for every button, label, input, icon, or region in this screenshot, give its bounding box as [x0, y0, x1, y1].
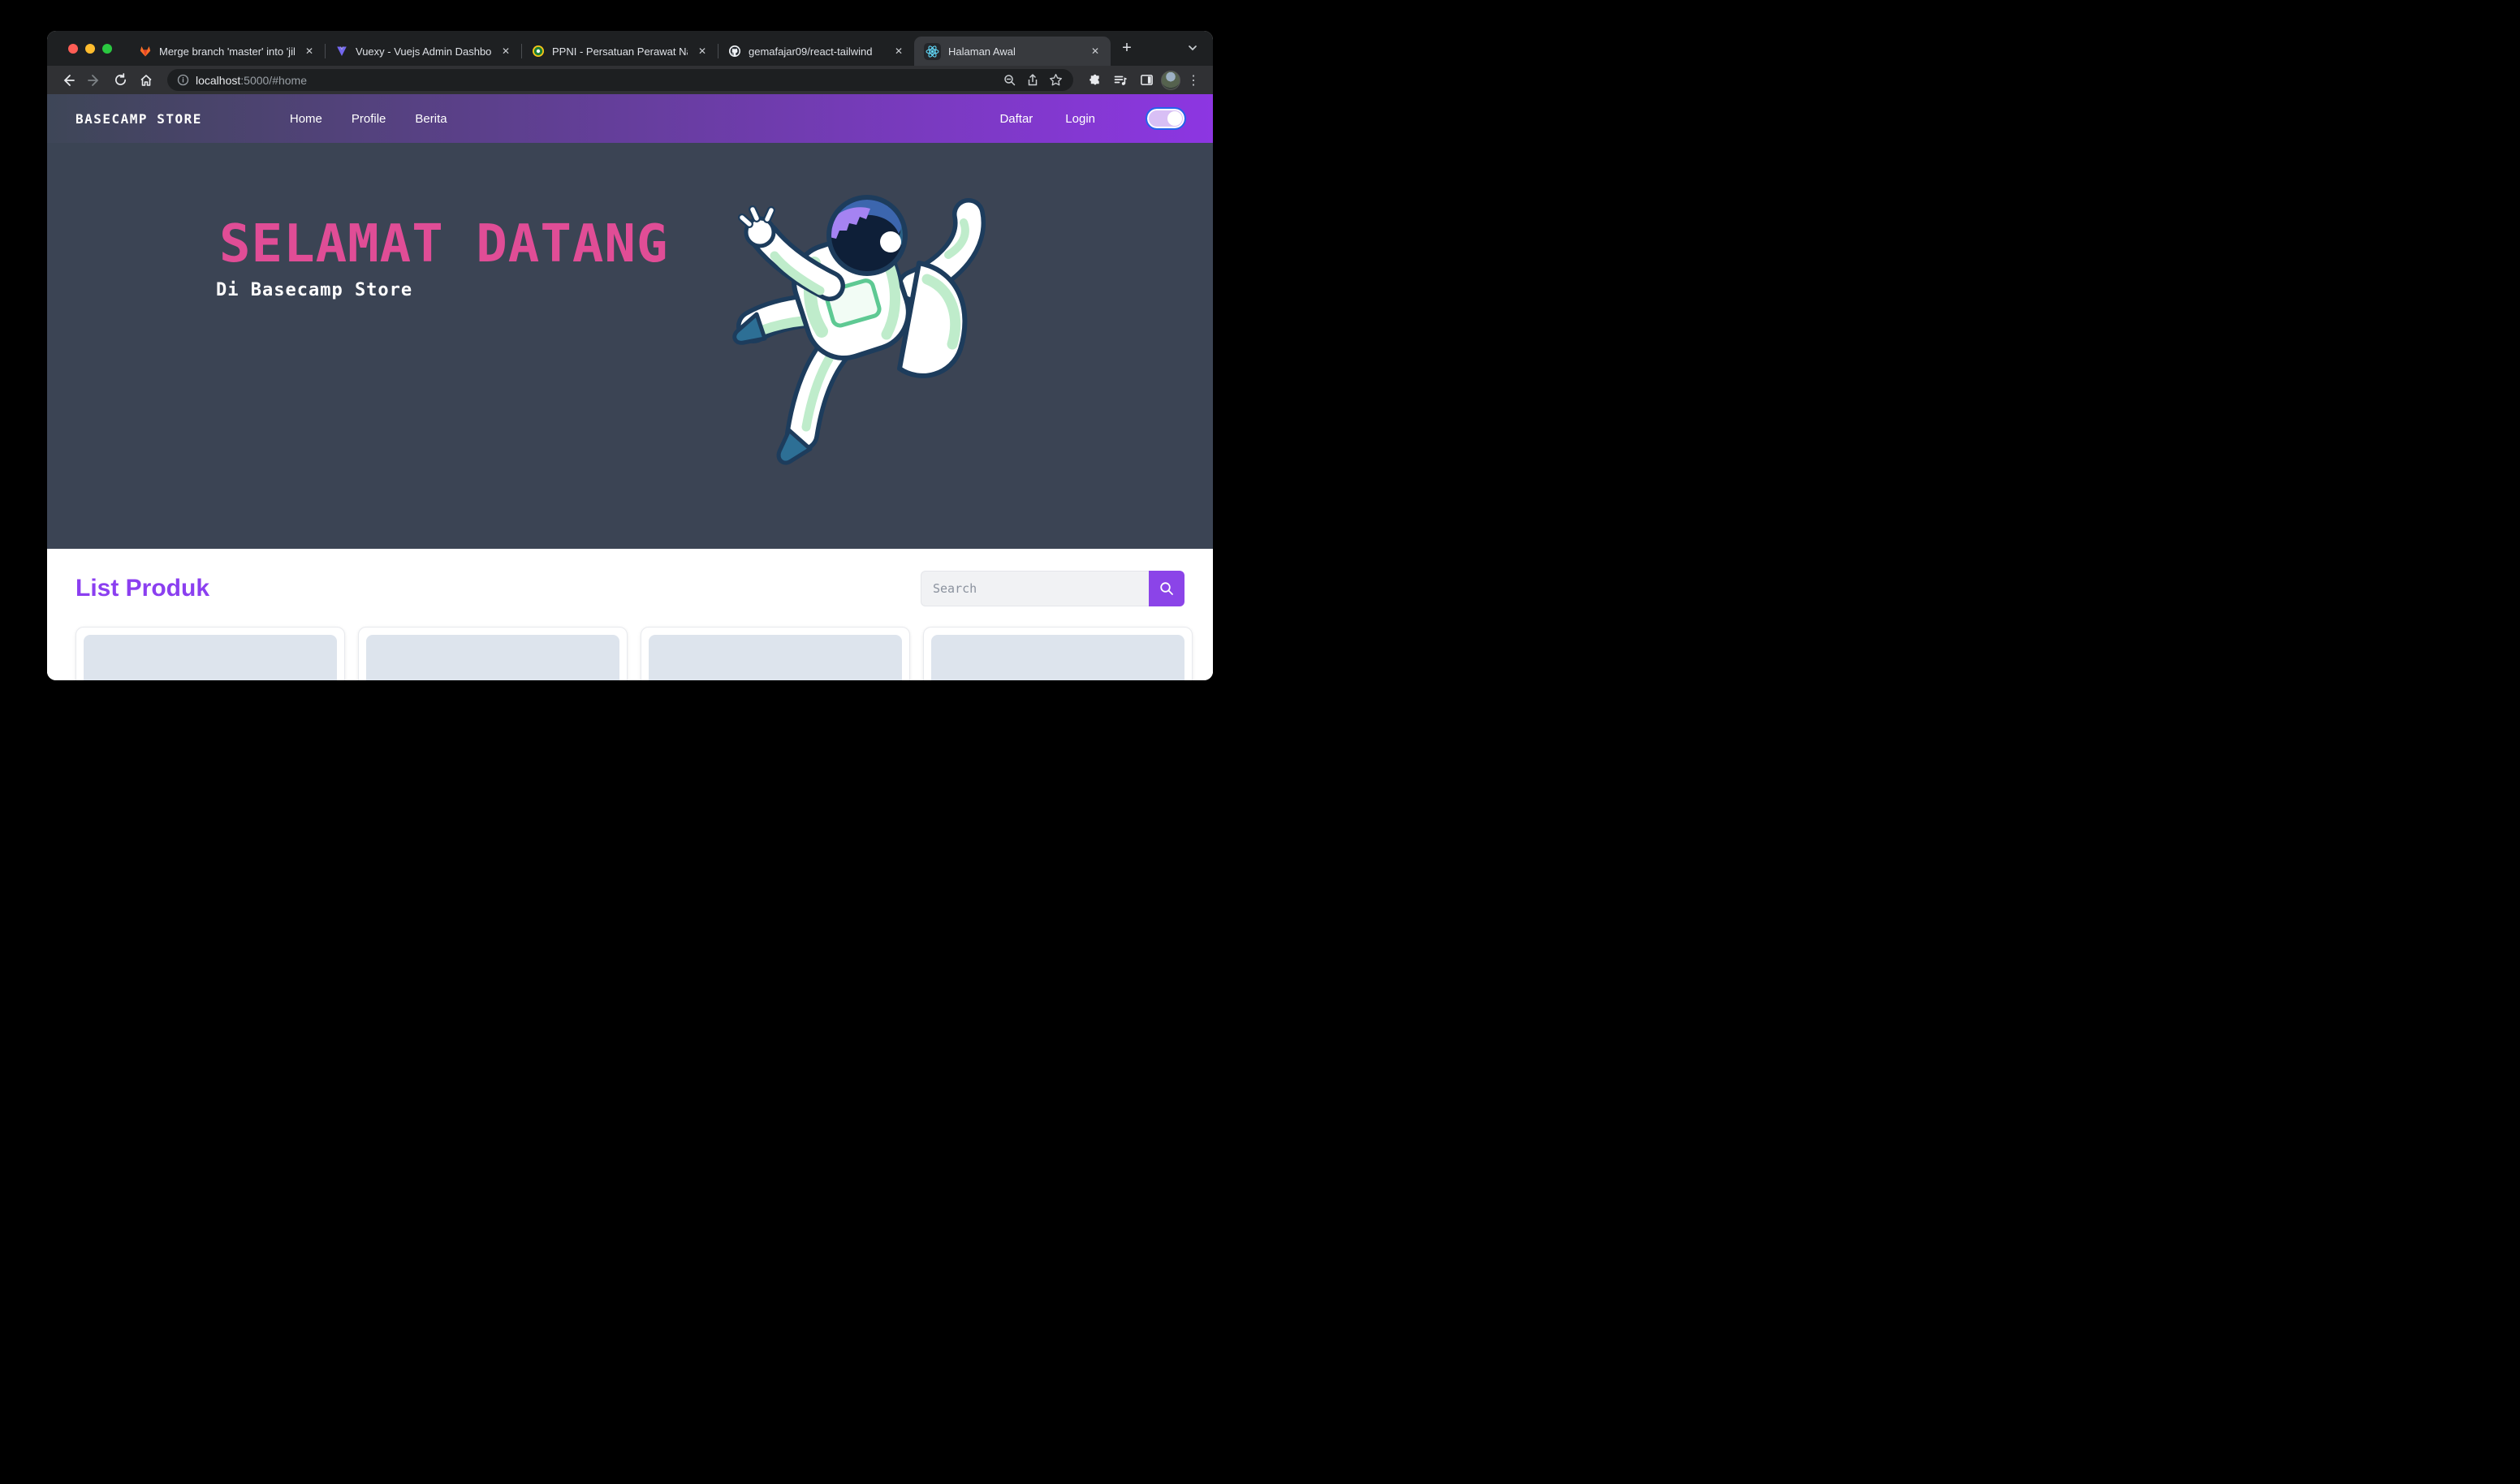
tab-title: gemafajar09/react-tailwind: [749, 45, 884, 58]
reload-button[interactable]: [109, 69, 132, 92]
media-playlist-icon: [1113, 73, 1128, 88]
reload-icon: [114, 73, 127, 87]
tab-search-chevron-button[interactable]: [1187, 42, 1198, 58]
address-bar[interactable]: localhost:5000/#home: [167, 69, 1073, 91]
zoom-out-icon: [1003, 74, 1016, 87]
product-card[interactable]: [358, 627, 628, 680]
search-button[interactable]: [1149, 571, 1184, 606]
close-icon[interactable]: ✕: [498, 44, 513, 58]
zoom-page-button[interactable]: [999, 69, 1021, 92]
tab-ppni[interactable]: PPNI - Persatuan Perawat Nasi ✕: [521, 37, 718, 66]
site-navbar: BASECAMP STORE Home Profile Berita Dafta…: [47, 94, 1213, 143]
url-text: localhost:5000/#home: [196, 74, 999, 87]
tab-gitlab-merge[interactable]: Merge branch 'master' into 'jiha ✕: [128, 37, 325, 66]
product-image-placeholder: [649, 635, 902, 680]
tab-title: Merge branch 'master' into 'jiha: [159, 45, 295, 58]
products-header: List Produk: [76, 570, 1184, 607]
hero-copy: SELAMAT DATANG Di Basecamp Store: [219, 218, 668, 300]
home-button[interactable]: [135, 69, 158, 92]
side-panel-icon: [1140, 73, 1154, 87]
product-image-placeholder: [931, 635, 1184, 680]
nav-link-daftar[interactable]: Daftar: [999, 112, 1033, 126]
product-card-list: [76, 627, 1184, 680]
side-panel-button[interactable]: [1135, 69, 1158, 92]
brand-logo[interactable]: BASECAMP STORE: [76, 111, 202, 127]
close-icon[interactable]: ✕: [302, 44, 317, 58]
star-icon: [1049, 73, 1063, 87]
auth-links: Daftar Login: [999, 109, 1184, 128]
browser-window: Merge branch 'master' into 'jiha ✕ Vuexy…: [47, 31, 1213, 680]
browser-toolbar: localhost:5000/#home ⋮: [47, 66, 1213, 94]
product-image-placeholder: [84, 635, 337, 680]
hero-section: SELAMAT DATANG Di Basecamp Store: [47, 143, 1213, 549]
tab-halaman-awal-active[interactable]: Halaman Awal ✕: [914, 37, 1111, 66]
fullscreen-window-button[interactable]: [102, 44, 112, 54]
extensions-button[interactable]: [1083, 69, 1106, 92]
window-controls: [68, 44, 112, 54]
minimize-window-button[interactable]: [85, 44, 95, 54]
back-icon: [61, 73, 76, 88]
home-icon: [139, 73, 153, 88]
tab-title: Vuexy - Vuejs Admin Dashboar: [356, 45, 491, 58]
toggle-knob: [1167, 111, 1182, 126]
product-search: [921, 571, 1184, 606]
tab-list: Merge branch 'master' into 'jiha ✕ Vuexy…: [128, 37, 1138, 66]
close-window-button[interactable]: [68, 44, 78, 54]
nav-links: Home Profile Berita: [290, 112, 447, 126]
forward-icon: [87, 73, 101, 88]
product-image-placeholder: [366, 635, 619, 680]
tab-github-repo[interactable]: gemafajar09/react-tailwind ✕: [718, 37, 914, 66]
media-controls-button[interactable]: [1109, 69, 1132, 92]
plus-icon: +: [1122, 39, 1132, 58]
nav-link-berita[interactable]: Berita: [415, 112, 447, 126]
hero-subtitle: Di Basecamp Store: [216, 280, 668, 300]
ppni-icon: [531, 45, 545, 58]
forward-button[interactable]: [83, 69, 106, 92]
nav-link-profile[interactable]: Profile: [352, 112, 386, 126]
theme-toggle[interactable]: [1147, 109, 1184, 128]
share-icon: [1026, 74, 1039, 87]
tab-title: PPNI - Persatuan Perawat Nasi: [552, 45, 688, 58]
hero-title: SELAMAT DATANG: [219, 218, 668, 272]
site-info-icon[interactable]: [177, 74, 189, 86]
share-button[interactable]: [1021, 69, 1044, 92]
profile-avatar[interactable]: [1161, 71, 1180, 90]
close-icon[interactable]: ✕: [1088, 44, 1102, 58]
product-card[interactable]: [76, 627, 345, 680]
chevron-down-icon: [1187, 42, 1198, 54]
vuexy-icon: [334, 45, 348, 58]
bookmark-button[interactable]: [1044, 69, 1067, 92]
tab-strip: Merge branch 'master' into 'jiha ✕ Vuexy…: [47, 31, 1213, 66]
astronaut-illustration: [731, 188, 1007, 471]
github-icon: [727, 45, 741, 58]
new-tab-button[interactable]: +: [1115, 37, 1138, 59]
products-section: List Produk: [47, 549, 1213, 680]
close-icon[interactable]: ✕: [695, 44, 710, 58]
browser-menu-button[interactable]: ⋮: [1184, 72, 1203, 88]
search-icon: [1159, 581, 1174, 596]
nav-link-login[interactable]: Login: [1065, 112, 1095, 126]
product-card[interactable]: [641, 627, 910, 680]
search-input[interactable]: [921, 571, 1149, 606]
close-icon[interactable]: ✕: [891, 44, 906, 58]
product-card[interactable]: [923, 627, 1193, 680]
web-page: BASECAMP STORE Home Profile Berita Dafta…: [47, 94, 1213, 680]
nav-link-home[interactable]: Home: [290, 112, 322, 126]
back-button[interactable]: [57, 69, 80, 92]
tab-title: Halaman Awal: [948, 45, 1081, 58]
puzzle-icon: [1088, 73, 1102, 87]
gitlab-icon: [138, 45, 152, 58]
tab-vuexy[interactable]: Vuexy - Vuejs Admin Dashboar ✕: [325, 37, 521, 66]
products-heading: List Produk: [76, 575, 209, 602]
react-icon: [924, 43, 941, 60]
